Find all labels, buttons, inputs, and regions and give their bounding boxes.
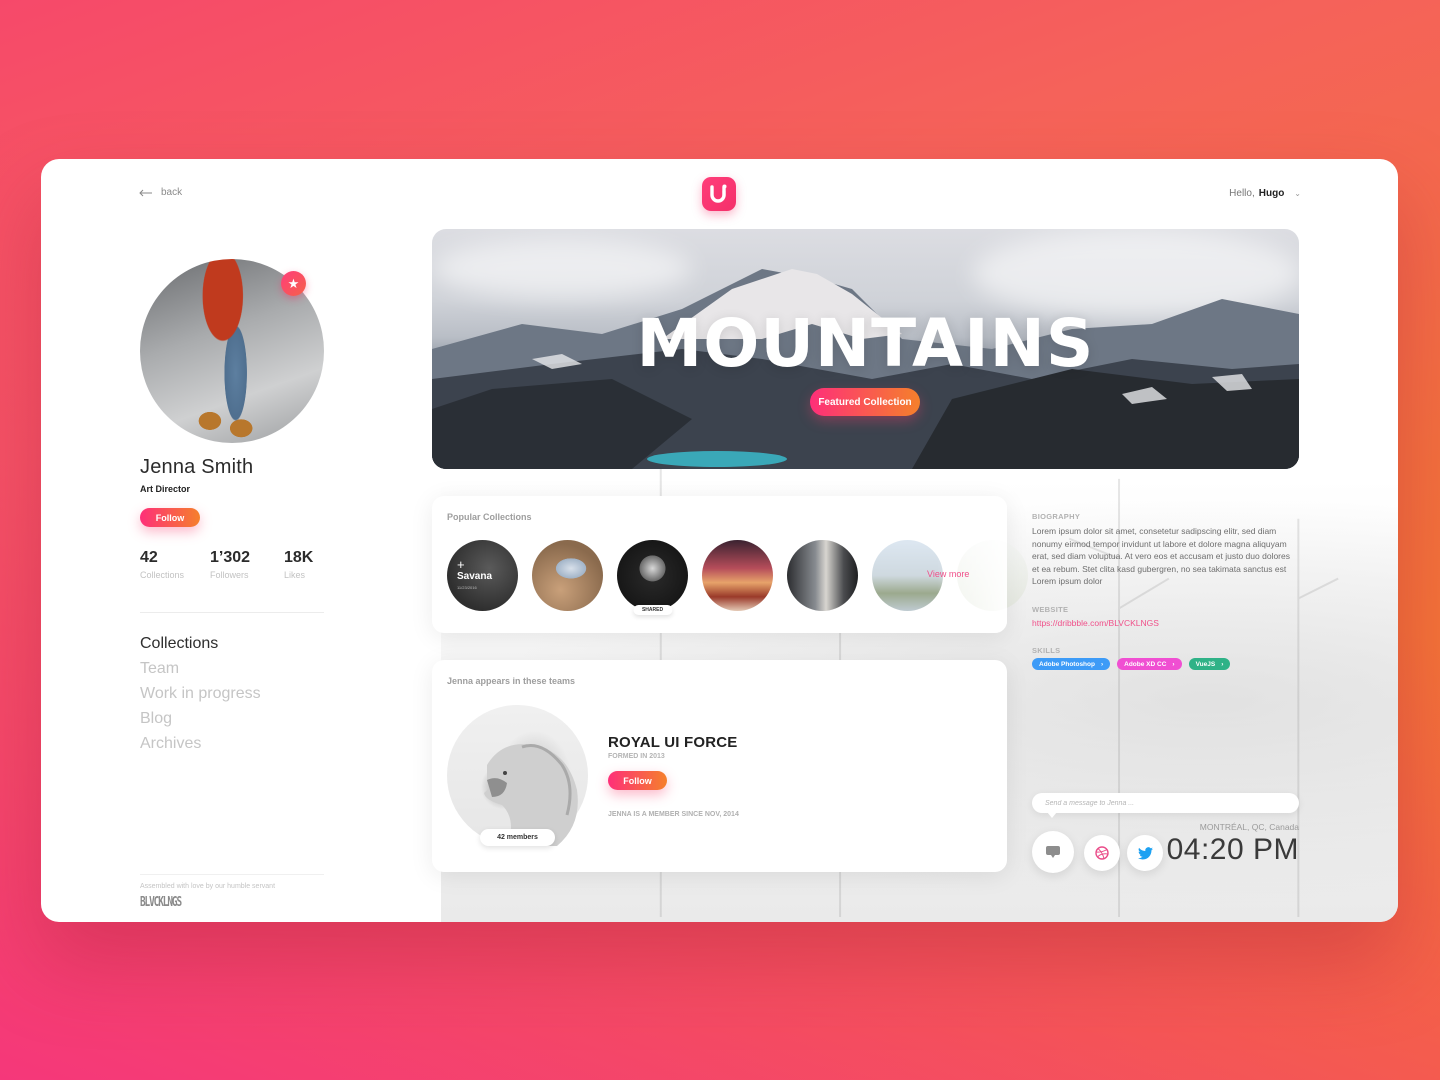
collection-item[interactable]: SHARED xyxy=(617,540,688,615)
star-icon: ★ xyxy=(281,271,306,296)
shared-badge: SHARED xyxy=(632,605,673,615)
sidebar-divider xyxy=(140,612,324,613)
hero-title: MOUNTAINS xyxy=(636,305,1095,382)
skill-label: Adobe Photoshop xyxy=(1039,660,1095,668)
chevron-right-icon: › xyxy=(1100,660,1104,668)
twitter-icon xyxy=(1137,846,1153,859)
nav-item-blog[interactable]: Blog xyxy=(140,708,261,733)
dribbble-icon xyxy=(1095,846,1109,860)
profile-window: back Hello, Hugo ⌄ ★ Jenna Smith Art Dir… xyxy=(41,159,1398,922)
lion-image xyxy=(484,744,578,846)
ui-logo-icon xyxy=(710,184,727,203)
biography-text: Lorem ipsum dolor sit amet, consetetur s… xyxy=(1032,526,1290,587)
nav-item-team[interactable]: Team xyxy=(140,658,261,683)
stat-value: 42 xyxy=(140,549,158,566)
footer-divider xyxy=(140,874,324,875)
teams-title: Jenna appears in these teams xyxy=(447,676,576,686)
chevron-right-icon: › xyxy=(1221,660,1224,668)
collection-date: 11/23/2016 xyxy=(457,585,477,590)
chevron-right-icon: › xyxy=(1172,660,1175,668)
app-logo[interactable] xyxy=(702,177,736,211)
stat-collections[interactable]: 42 Collections xyxy=(140,549,210,580)
profile-name: Jenna Smith xyxy=(140,456,254,478)
skill-tag-photoshop[interactable]: Adobe Photoshop › xyxy=(1032,658,1111,670)
sidebar-nav: Collections Team Work in progress Blog A… xyxy=(140,633,261,758)
twitter-button[interactable] xyxy=(1127,835,1163,871)
website-link[interactable]: https://dribbble.com/BLVCKLNGS xyxy=(1032,618,1159,628)
skills-list: Adobe Photoshop › Adobe XD CC › VueJS › xyxy=(1032,658,1231,670)
chevron-down-icon: ⌄ xyxy=(1294,189,1301,198)
local-time: 04:20 PM xyxy=(1166,833,1299,866)
stat-value: 18K xyxy=(284,549,314,566)
user-name: Hugo xyxy=(1258,188,1285,199)
stat-label: Followers xyxy=(210,570,249,580)
profile-stats: 42 Collections 1’302 Followers 18K Likes xyxy=(140,549,354,580)
teams-card: Jenna appears in these teams 42 members … xyxy=(432,660,1007,872)
collection-item[interactable] xyxy=(787,540,858,611)
stat-likes[interactable]: 18K Likes xyxy=(284,549,354,580)
featured-collection-button[interactable]: Featured Collection xyxy=(810,388,920,416)
arrow-left-icon xyxy=(139,189,152,196)
team-avatar[interactable] xyxy=(447,705,588,846)
stat-followers[interactable]: 1’302 Followers xyxy=(210,549,284,580)
view-more-link[interactable]: View more xyxy=(927,569,969,579)
follow-button[interactable]: Follow xyxy=(140,508,200,527)
popular-collections-title: Popular Collections xyxy=(447,512,532,522)
collection-item-savana[interactable]: + Savana 11/23/2016 xyxy=(447,540,518,611)
biography-label: BIOGRAPHY xyxy=(1032,512,1081,521)
stat-label: Likes xyxy=(284,570,306,580)
nav-item-work-in-progress[interactable]: Work in progress xyxy=(140,683,261,708)
message-button[interactable] xyxy=(1032,831,1074,873)
greeting-text: Hello, xyxy=(1229,188,1255,199)
message-input[interactable] xyxy=(1032,793,1299,813)
stat-value: 1’302 xyxy=(210,549,251,566)
skills-label: SKILLS xyxy=(1032,646,1061,655)
team-formed: FORMED IN 2013 xyxy=(608,753,665,760)
collection-item[interactable] xyxy=(702,540,773,611)
location-text: MONTRÉAL, QC, Canada xyxy=(1199,822,1299,832)
back-link[interactable]: back xyxy=(139,187,182,198)
chat-bubble-icon xyxy=(1046,846,1060,858)
plus-icon: + xyxy=(457,557,465,572)
website-label: WEBSITE xyxy=(1032,605,1069,614)
member-since: JENNA IS A MEMBER SINCE NOV, 2014 xyxy=(608,811,739,818)
skill-label: Adobe XD CC xyxy=(1124,660,1167,668)
stat-label: Collections xyxy=(140,570,185,580)
nav-item-collections[interactable]: Collections xyxy=(140,633,261,658)
nav-item-archives[interactable]: Archives xyxy=(140,733,261,758)
team-name: ROYAL UI FORCE xyxy=(608,734,738,751)
dribbble-button[interactable] xyxy=(1084,835,1120,871)
members-badge: 42 members xyxy=(480,829,555,846)
user-menu[interactable]: Hello, Hugo ⌄ xyxy=(1229,188,1301,199)
hero-banner[interactable]: MOUNTAINS Featured Collection xyxy=(432,229,1299,469)
skill-label: VueJS xyxy=(1195,660,1216,668)
message-pointer xyxy=(1047,812,1057,818)
collection-name: Savana xyxy=(457,571,493,582)
footer-credit: Assembled with love by our humble servan… xyxy=(140,883,276,890)
team-follow-button[interactable]: Follow xyxy=(608,771,667,790)
collection-item[interactable] xyxy=(532,540,603,611)
profile-role: Art Director xyxy=(140,484,191,494)
footer-brand[interactable]: BLVCKLNGS xyxy=(140,895,182,910)
popular-collections-card: Popular Collections + Savana 11/23/2016 … xyxy=(432,496,1028,633)
skill-tag-vuejs[interactable]: VueJS › xyxy=(1188,658,1231,670)
skill-tag-xd[interactable]: Adobe XD CC › xyxy=(1117,658,1182,670)
back-label: back xyxy=(161,187,183,198)
